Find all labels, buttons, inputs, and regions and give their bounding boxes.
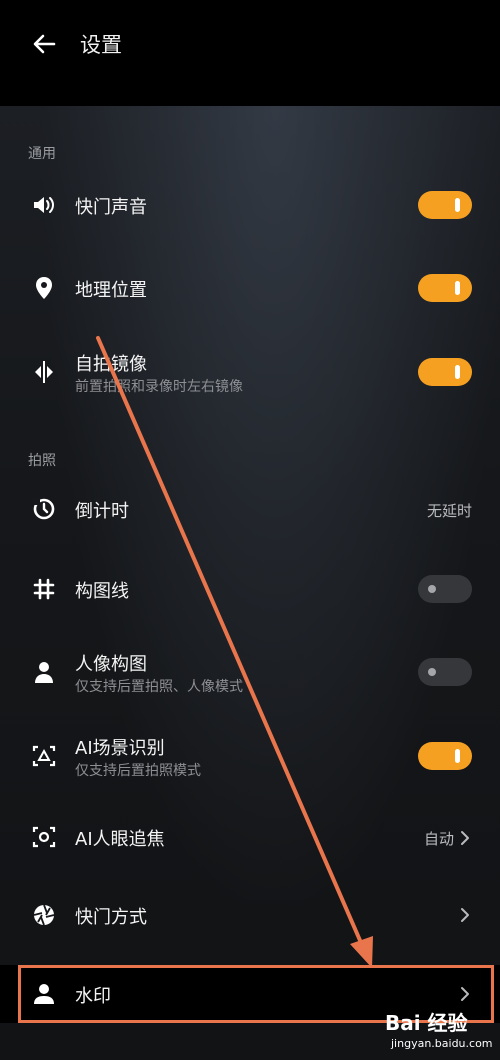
selfie-mirror-toggle[interactable]: [418, 358, 472, 386]
chevron-right-icon: [458, 906, 472, 924]
portrait-composition-toggle[interactable]: [418, 658, 472, 686]
watermark-url: jingyan.baidu.com: [391, 1037, 493, 1050]
setting-selfie-mirror[interactable]: 自拍镜像 前置拍照和录像时左右镜像: [0, 340, 500, 406]
grid-hash-icon: [30, 575, 58, 603]
setting-ai-eye-focus[interactable]: AI人眼追焦 自动: [0, 808, 500, 866]
countdown-value: 无延时: [426, 502, 472, 520]
setting-label: 快门方式: [75, 907, 147, 928]
speaker-icon: [30, 191, 58, 219]
eye-focus-icon: [30, 823, 58, 851]
ai-scene-toggle[interactable]: [418, 742, 472, 770]
setting-description: 仅支持后置拍照模式: [75, 763, 201, 779]
eye-focus-value: 自动: [423, 830, 454, 848]
setting-label: 构图线: [75, 581, 129, 602]
setting-location[interactable]: 地理位置: [0, 259, 500, 317]
setting-label: 人像构图: [75, 654, 147, 675]
top-bar: 设置: [0, 0, 500, 106]
setting-label: 自拍镜像: [75, 354, 147, 375]
setting-portrait-composition[interactable]: 人像构图 仅支持后置拍照、人像模式: [0, 640, 500, 706]
setting-description: 前置拍照和录像时左右镜像: [75, 379, 243, 395]
section-general: 通用: [28, 146, 56, 162]
mirror-icon: [30, 358, 58, 386]
setting-countdown[interactable]: 倒计时 无延时: [0, 480, 500, 538]
ai-scene-icon: [30, 742, 58, 770]
section-photo: 拍照: [28, 453, 56, 469]
person-icon: [30, 658, 58, 686]
setting-label: AI场景识别: [75, 738, 165, 759]
setting-label: 倒计时: [75, 501, 129, 522]
location-toggle[interactable]: [418, 274, 472, 302]
setting-label: 快门声音: [75, 197, 147, 218]
setting-label: 地理位置: [75, 280, 147, 301]
setting-grid-lines[interactable]: 构图线: [0, 560, 500, 618]
back-arrow-icon[interactable]: [28, 28, 60, 60]
chevron-right-icon: [458, 829, 472, 847]
shutter-sound-toggle[interactable]: [418, 191, 472, 219]
aperture-icon: [30, 901, 58, 929]
watermark-logo: Bai 经验: [385, 1011, 468, 1035]
grid-lines-toggle[interactable]: [418, 575, 472, 603]
setting-shutter-sound[interactable]: 快门声音: [0, 176, 500, 234]
setting-description: 仅支持后置拍照、人像模式: [75, 679, 243, 695]
setting-ai-scene[interactable]: AI场景识别 仅支持后置拍照模式: [0, 724, 500, 790]
setting-label: AI人眼追焦: [75, 829, 165, 850]
baidu-jingyan-watermark: Bai 经验 jingyan.baidu.com: [385, 1007, 497, 1057]
page-title: 设置: [80, 33, 122, 57]
location-pin-icon: [30, 274, 58, 302]
timer-icon: [30, 495, 58, 523]
setting-shutter-mode[interactable]: 快门方式: [0, 886, 500, 944]
